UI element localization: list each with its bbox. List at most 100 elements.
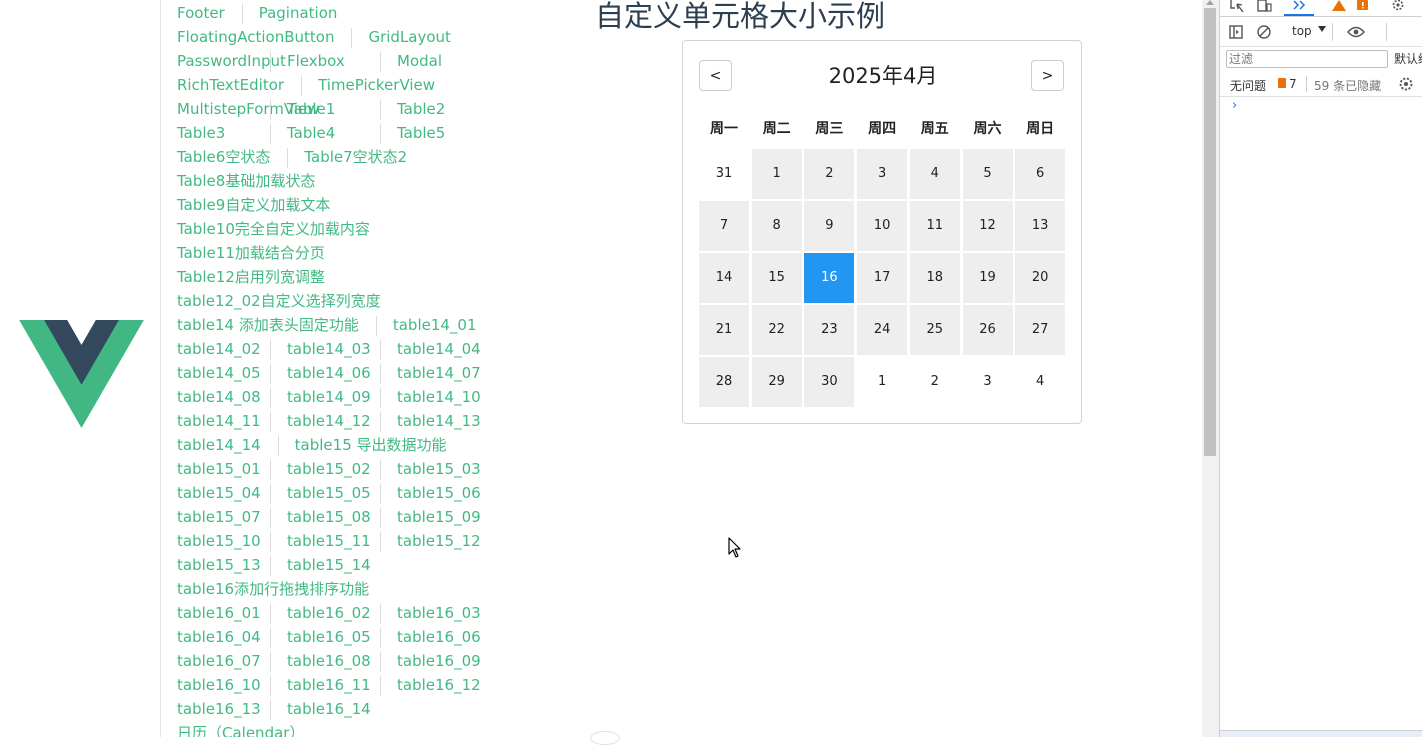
- nav-link[interactable]: table15_02: [287, 457, 371, 481]
- nav-link[interactable]: table14_08: [177, 385, 261, 409]
- calendar-day[interactable]: 6: [1015, 149, 1066, 199]
- nav-link[interactable]: table14_03: [287, 337, 371, 361]
- nav-link[interactable]: Table12启用列宽调整: [177, 265, 325, 289]
- nav-link[interactable]: GridLayout: [368, 25, 450, 49]
- nav-link[interactable]: Table9自定义加载文本: [177, 193, 330, 217]
- calendar-day[interactable]: 15: [751, 253, 802, 303]
- nav-link[interactable]: table15_05: [287, 481, 371, 505]
- nav-link[interactable]: table15_03: [397, 457, 481, 481]
- nav-link[interactable]: Table2: [397, 97, 445, 121]
- nav-link[interactable]: table14_06: [287, 361, 371, 385]
- console-filter-input[interactable]: [1226, 50, 1388, 68]
- calendar-day[interactable]: 3: [857, 149, 908, 199]
- next-month-button[interactable]: >: [1031, 60, 1064, 91]
- nav-link[interactable]: table14_10: [397, 385, 481, 409]
- nav-link[interactable]: table16_05: [287, 625, 371, 649]
- calendar-day[interactable]: 9: [804, 201, 855, 251]
- nav-link[interactable]: Modal: [397, 49, 442, 73]
- calendar-day[interactable]: 12: [962, 201, 1013, 251]
- inspect-element-icon[interactable]: [1229, 0, 1245, 12]
- nav-link[interactable]: table15_12: [397, 529, 481, 553]
- calendar-day[interactable]: 22: [751, 305, 802, 355]
- log-levels-dropdown[interactable]: 默认级: [1394, 50, 1422, 67]
- nav-link[interactable]: table16_10: [177, 673, 261, 697]
- calendar-day[interactable]: 7: [699, 201, 749, 251]
- nav-link[interactable]: table15_04: [177, 481, 261, 505]
- calendar-day[interactable]: 13: [1015, 201, 1066, 251]
- nav-link[interactable]: Table7空状态2: [304, 145, 407, 169]
- calendar-day[interactable]: 21: [699, 305, 749, 355]
- devtools-drawer-edge[interactable]: [1220, 730, 1422, 737]
- nav-link[interactable]: Table3: [177, 121, 225, 145]
- nav-link[interactable]: table16_13: [177, 697, 261, 721]
- nav-link[interactable]: Table4: [287, 121, 335, 145]
- calendar-day-outside[interactable]: 4: [1015, 357, 1065, 407]
- nav-link[interactable]: table14_05: [177, 361, 261, 385]
- nav-link[interactable]: table16_14: [287, 697, 371, 721]
- nav-link[interactable]: table14_09: [287, 385, 371, 409]
- nav-link[interactable]: table14_12: [287, 409, 371, 433]
- calendar-day[interactable]: 30: [804, 357, 855, 407]
- context-dropdown-icon[interactable]: [1318, 26, 1326, 32]
- nav-link[interactable]: Table5: [397, 121, 445, 145]
- calendar-day[interactable]: 14: [699, 253, 749, 303]
- nav-link[interactable]: table15_11: [287, 529, 371, 553]
- nav-link[interactable]: Pagination: [259, 1, 338, 25]
- nav-link[interactable]: table14_02: [177, 337, 261, 361]
- nav-link[interactable]: table16_12: [397, 673, 481, 697]
- device-toolbar-icon[interactable]: [1256, 0, 1272, 12]
- calendar-day-outside[interactable]: 2: [910, 357, 960, 407]
- calendar-day-outside[interactable]: 1: [857, 357, 907, 407]
- nav-link[interactable]: table14_01: [393, 313, 477, 337]
- nav-link[interactable]: FloatingActionButton: [177, 25, 334, 49]
- nav-link[interactable]: table16_03: [397, 601, 481, 625]
- nav-link[interactable]: table16_06: [397, 625, 481, 649]
- nav-link[interactable]: RichTextEditor: [177, 73, 284, 97]
- calendar-day[interactable]: 11: [909, 201, 960, 251]
- calendar-day[interactable]: 4: [909, 149, 960, 199]
- nav-link[interactable]: table14 添加表头固定功能: [177, 313, 359, 337]
- nav-link[interactable]: Table6空状态: [177, 145, 270, 169]
- nav-link[interactable]: Table1: [287, 97, 335, 121]
- nav-link[interactable]: Flexbox: [287, 49, 345, 73]
- calendar-day[interactable]: 23: [804, 305, 855, 355]
- nav-link[interactable]: table15_06: [397, 481, 481, 505]
- nav-link[interactable]: table15_07: [177, 505, 261, 529]
- settings-gear-icon[interactable]: [1391, 0, 1405, 12]
- calendar-day[interactable]: 1: [751, 149, 802, 199]
- calendar-day-outside[interactable]: 31: [699, 149, 749, 199]
- calendar-day[interactable]: 25: [909, 305, 960, 355]
- calendar-day[interactable]: 29: [751, 357, 802, 407]
- calendar-day-selected[interactable]: 16: [804, 253, 855, 303]
- calendar-day[interactable]: 26: [962, 305, 1013, 355]
- calendar-day[interactable]: 10: [857, 201, 908, 251]
- calendar-day[interactable]: 17: [857, 253, 908, 303]
- back-to-top-button[interactable]: [590, 731, 620, 745]
- nav-link[interactable]: table15 导出数据功能: [295, 433, 447, 457]
- calendar-day-outside[interactable]: 3: [963, 357, 1013, 407]
- nav-link[interactable]: table15_10: [177, 529, 261, 553]
- nav-link[interactable]: table12_02自定义选择列宽度: [177, 289, 381, 313]
- calendar-day[interactable]: 5: [962, 149, 1013, 199]
- nav-link[interactable]: table15_01: [177, 457, 261, 481]
- console-prompt-chevron-icon[interactable]: ›: [1232, 98, 1237, 113]
- nav-link[interactable]: table16_07: [177, 649, 261, 673]
- issue-count[interactable]: 7: [1289, 77, 1297, 91]
- live-expression-eye-icon[interactable]: [1347, 26, 1365, 38]
- more-tabs-chevron-icon[interactable]: [1292, 0, 1308, 12]
- calendar-day[interactable]: 18: [909, 253, 960, 303]
- calendar-day[interactable]: 27: [1015, 305, 1066, 355]
- scroll-up-arrow-icon[interactable]: [1206, 0, 1214, 5]
- nav-link[interactable]: table16_01: [177, 601, 261, 625]
- sidebar-toggle-icon[interactable]: [1229, 25, 1243, 39]
- nav-link[interactable]: table15_14: [287, 553, 371, 577]
- clear-console-icon[interactable]: [1257, 25, 1271, 39]
- nav-link[interactable]: table15_08: [287, 505, 371, 529]
- calendar-day[interactable]: 24: [857, 305, 908, 355]
- nav-link[interactable]: table16_11: [287, 673, 371, 697]
- nav-link[interactable]: Table8基础加载状态: [177, 169, 315, 193]
- calendar-day[interactable]: 20: [1015, 253, 1066, 303]
- nav-link[interactable]: table15_13: [177, 553, 261, 577]
- nav-link[interactable]: table14_14: [177, 433, 261, 457]
- prev-month-button[interactable]: <: [699, 60, 732, 91]
